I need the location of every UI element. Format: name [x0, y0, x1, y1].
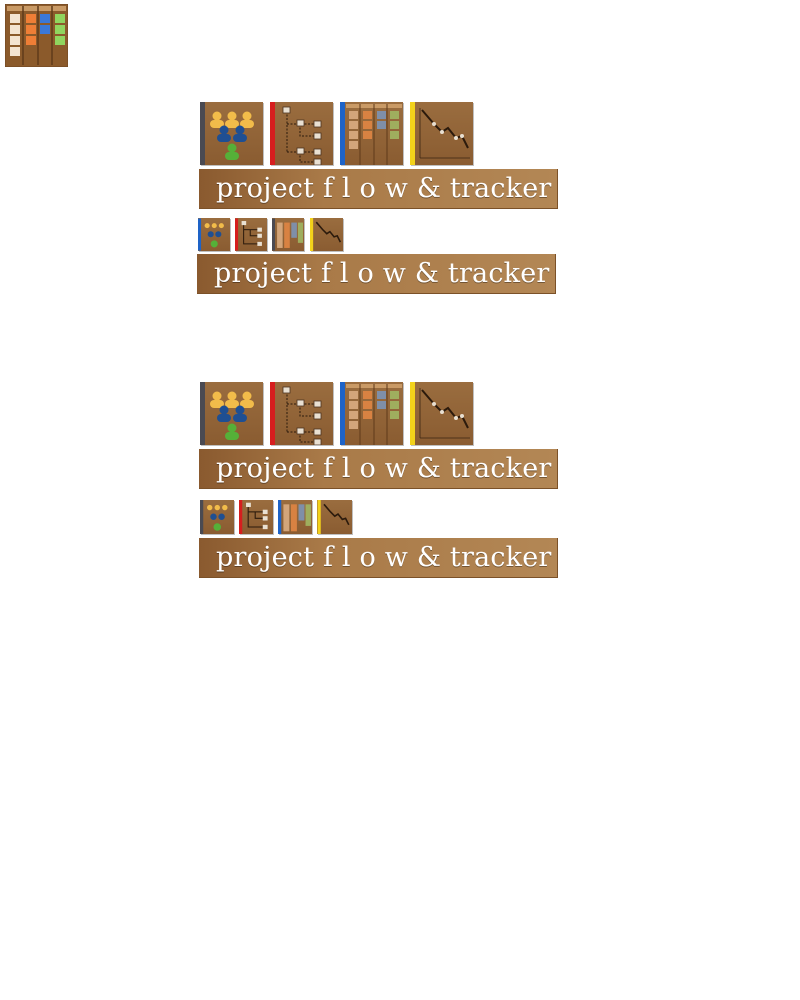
team-icon: [198, 218, 224, 251]
kanban-board-icon: [5, 4, 68, 67]
burndown-chart-icon: [317, 500, 350, 534]
team-icon: [200, 500, 228, 534]
burndown-tile[interactable]: [410, 102, 473, 165]
burndown-tile-small[interactable]: [317, 500, 352, 534]
burndown-tile[interactable]: [410, 382, 473, 445]
burndown-tile-small[interactable]: [310, 218, 343, 251]
hierarchy-tree-icon: [270, 102, 322, 165]
team-tile-small[interactable]: [198, 218, 230, 251]
burndown-chart-icon: [410, 102, 470, 165]
hierarchy-tile[interactable]: [270, 102, 333, 165]
kanban-tile-small[interactable]: [272, 218, 304, 251]
hierarchy-tree-icon: [235, 218, 262, 251]
team-tile[interactable]: [200, 102, 263, 165]
hierarchy-tile[interactable]: [270, 382, 333, 445]
brand-banner: project f l o w & tracker: [199, 169, 558, 209]
kanban-board-icon: [272, 218, 303, 251]
hierarchy-tile-small[interactable]: [239, 500, 273, 534]
team-tile[interactable]: [200, 382, 263, 445]
brand-banner-small: project f l o w & tracker: [197, 254, 556, 294]
burndown-chart-icon: [410, 382, 470, 445]
hierarchy-tree-icon: [239, 500, 268, 534]
kanban-tile[interactable]: [340, 382, 403, 445]
team-tile-small[interactable]: [200, 500, 234, 534]
hierarchy-tile-small[interactable]: [235, 218, 267, 251]
brand-banner-small: project f l o w & tracker: [199, 538, 558, 578]
app-logo: [5, 4, 68, 67]
kanban-tile-small[interactable]: [278, 500, 312, 534]
burndown-chart-icon: [310, 218, 342, 251]
kanban-board-icon: [278, 500, 311, 534]
hierarchy-tree-icon: [270, 382, 322, 445]
kanban-board-icon: [340, 382, 402, 445]
team-icon: [200, 102, 254, 165]
team-icon: [200, 382, 254, 445]
kanban-tile[interactable]: [340, 102, 403, 165]
brand-banner: project f l o w & tracker: [199, 449, 558, 489]
kanban-board-icon: [340, 102, 402, 165]
